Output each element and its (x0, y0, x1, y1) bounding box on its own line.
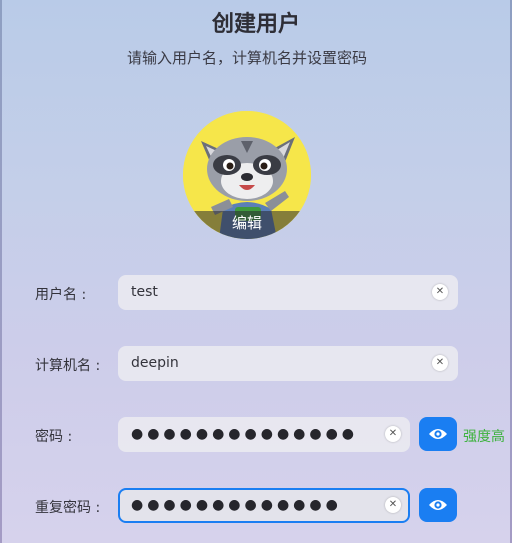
page-subtitle: 请输入用户名，计算机名并设置密码 (126, 49, 367, 67)
username-input[interactable]: test (118, 275, 458, 310)
show-confirm-password-button[interactable] (419, 488, 457, 522)
window-left-edge (0, 0, 2, 543)
clear-icon[interactable]: ✕ (432, 355, 448, 371)
confirm-password-input[interactable]: ●●●●●●●●●●●●● (118, 488, 410, 523)
avatar-edit-label[interactable]: 编辑 (183, 211, 311, 239)
eye-icon (429, 429, 447, 439)
computer-name-label: 计算机名 : (35, 358, 101, 374)
password-label: 密码 : (35, 429, 73, 445)
computer-name-value: deepin (131, 355, 179, 371)
clear-icon[interactable]: ✕ (385, 426, 401, 442)
confirm-password-label: 重复密码 : (35, 500, 101, 516)
password-strength-indicator: 强度高 (463, 429, 505, 445)
clear-icon[interactable]: ✕ (385, 497, 401, 513)
show-password-button[interactable] (419, 417, 457, 451)
computer-name-input[interactable]: deepin (118, 346, 458, 381)
username-value: test (131, 284, 158, 300)
eye-icon (429, 500, 447, 510)
user-avatar[interactable]: 编辑 (183, 111, 311, 239)
clear-icon[interactable]: ✕ (432, 284, 448, 300)
password-input[interactable]: ●●●●●●●●●●●●●● (118, 417, 410, 452)
password-masked-value: ●●●●●●●●●●●●●● (131, 426, 359, 442)
confirm-password-masked-value: ●●●●●●●●●●●●● (131, 497, 342, 513)
page-title: 创建用户 (211, 12, 300, 37)
username-label: 用户名 : (35, 287, 87, 303)
